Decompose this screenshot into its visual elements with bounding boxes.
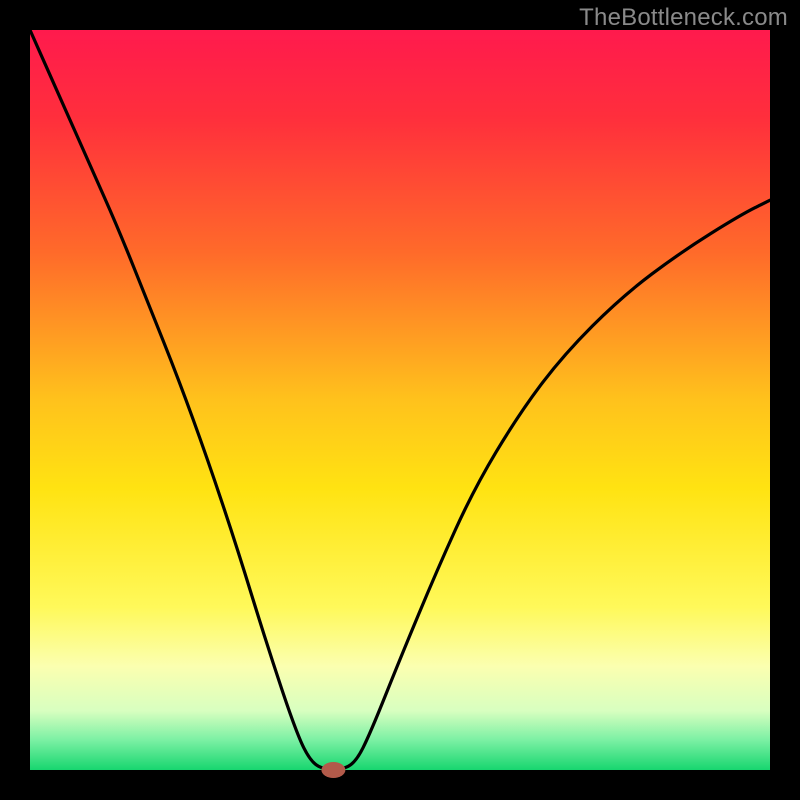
optimum-marker: [321, 762, 345, 778]
bottleneck-chart: [0, 0, 800, 800]
watermark-text: TheBottleneck.com: [579, 4, 788, 32]
